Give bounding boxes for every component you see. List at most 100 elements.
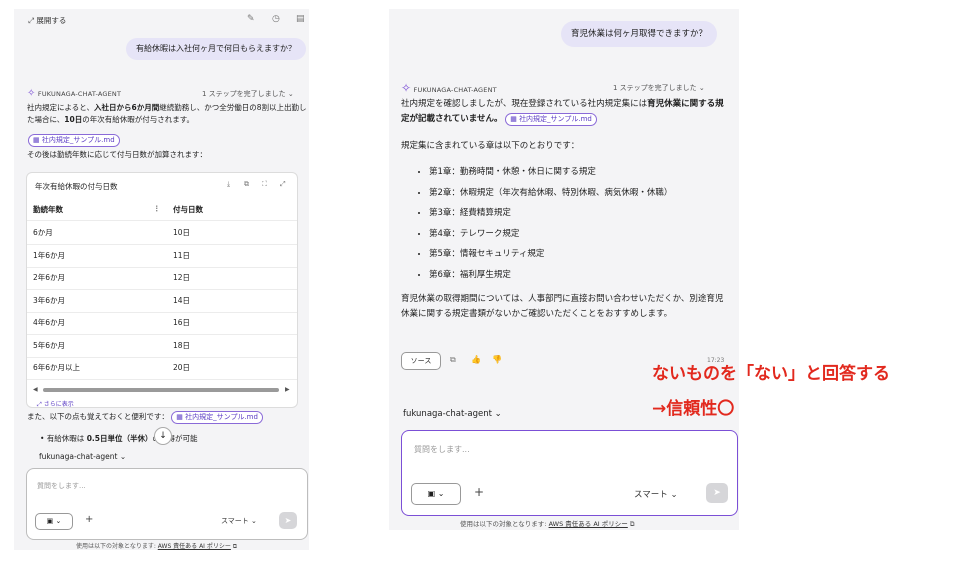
table-cell-days: 10日 — [173, 228, 191, 237]
steps-toggle[interactable]: 1 ステップを完了しました ⌄ — [202, 89, 294, 99]
show-more-link[interactable]: ⤢ さらに表示 — [37, 399, 74, 409]
image-icon: ▣ — [427, 489, 436, 498]
table-title: 年次有給休暇の付与日数 — [35, 182, 118, 191]
table-cell-tenure: 6年6か月以上 — [33, 363, 81, 372]
source-chip[interactable]: ▦ 社内規定_サンプル.md — [28, 127, 120, 147]
source-chip[interactable]: ▦ 社内規定_サンプル.md — [171, 411, 263, 424]
column-menu-icon[interactable]: ⋮ — [153, 204, 161, 213]
edit-icon[interactable]: ✎ — [247, 14, 255, 24]
scrollbar-thumb[interactable] — [43, 388, 279, 392]
add-icon[interactable]: + — [474, 485, 484, 499]
table-cell-days: 20日 — [173, 363, 191, 372]
input-placeholder: 質問をします... — [37, 482, 86, 490]
bullet-text: 有給休暇は — [46, 434, 87, 443]
agent-header: ✧ FUKUNAGA-CHAT-AGENT — [401, 81, 497, 95]
agent-answer: 社内規定によると、入社日から6か月間継続勤務し、かつ全労働日の8割以上出勤した場… — [27, 102, 307, 126]
mode-select[interactable]: スマート ⌄ — [634, 488, 678, 500]
document-icon[interactable]: ▤ — [296, 14, 305, 24]
also-text-row: また、以下の点も覚えておくと便利です： ▦ 社内規定_サンプル.md — [27, 411, 263, 424]
annotation-line2: →信頼性〇 — [652, 399, 735, 419]
source-button[interactable]: ソース — [401, 352, 441, 370]
user-message: 育児休業は何ヶ月取得できますか？ — [561, 21, 718, 47]
expand-icon: ⤢ — [28, 16, 34, 25]
mode-select[interactable]: スマート ⌄ — [221, 516, 257, 526]
user-message: 有給休暇は入社何ヶ月で何日もらえますか？ — [126, 38, 306, 60]
bullet-bold: 0.5日単位（半休） — [86, 434, 153, 443]
attach-dropdown[interactable]: ▣ ⌄ — [35, 513, 73, 530]
mode-label: スマート — [634, 490, 668, 500]
table-cell-tenure: 5年6か月 — [33, 340, 66, 350]
table-row: 2年6か月 12日 — [27, 267, 297, 290]
steps-label: 1 ステップを完了しました — [613, 84, 697, 92]
source-chip-label: 社内規定_サンプル.md — [185, 413, 258, 421]
mode-label: スマート — [221, 517, 249, 525]
send-icon: ➤ — [713, 488, 721, 498]
policy-link[interactable]: AWS 責任ある AI ポリシー — [158, 543, 231, 550]
arrow-down-icon: ↓ — [159, 431, 167, 441]
history-icon[interactable]: ◷ — [272, 14, 280, 24]
table-cell-days: 16日 — [173, 318, 191, 327]
chapter-item: 第2章：休暇規定（年次有給休暇、特別休暇、病気休暇・休職） — [429, 183, 733, 204]
answer-text: 社内規定を確認しましたが、現在登録されている社内規定集には — [401, 99, 648, 109]
source-chip-label: 社内規定_サンプル.md — [41, 136, 115, 144]
table-cell-tenure: 6か月 — [33, 228, 53, 237]
policy-footer: 使用は以下の対象となります: AWS 責任ある AI ポリシー ⧉ — [76, 541, 237, 550]
send-button[interactable]: ➤ — [706, 483, 728, 503]
agent-sparkle-icon: ✧ — [401, 81, 412, 95]
column-header[interactable]: 勤続年数 — [33, 204, 63, 215]
horizontal-scrollbar[interactable]: ◀ ▶ — [33, 386, 291, 394]
table-cell-days: 12日 — [173, 273, 191, 282]
file-icon: ▦ — [33, 136, 40, 144]
table-row: 1年6か月 11日 — [27, 245, 297, 268]
answer-text: 社内規定によると、 — [27, 103, 94, 112]
thumbs-up-icon[interactable]: 👍 — [471, 355, 481, 364]
agent-select-label: fukunaga-chat-agent — [39, 452, 118, 461]
copy-icon[interactable]: ⧉ — [244, 180, 249, 189]
table-row: 4年6か月 16日 — [27, 312, 297, 335]
agent-answer: 社内規定を確認しましたが、現在登録されている社内規定集には育児休業に関する規定が… — [401, 97, 731, 127]
table-cell-days: 11日 — [173, 250, 191, 260]
table-row: 3年6か月 14日 — [27, 290, 297, 313]
agent-select-label: fukunaga-chat-agent — [403, 409, 492, 419]
scroll-right-icon[interactable]: ▶ — [285, 386, 290, 393]
chat-input[interactable]: 質問をします... ▣ ⌄ + スマート ⌄ ➤ — [401, 430, 738, 516]
source-chip[interactable]: ▦ 社内規定_サンプル.md — [505, 113, 597, 126]
chapter-item: 第1章：勤務時間・休憩・休日に関する規定 — [429, 162, 733, 183]
thumbs-down-icon[interactable]: 👎 — [492, 355, 502, 364]
table-row: 6年6か月以上 20日 — [27, 357, 297, 380]
chat-input[interactable]: 質問をします... ▣ ⌄ + スマート ⌄ ➤ — [26, 468, 308, 540]
closing-text: 育児休業の取得期間については、人事部門に直接お問い合わせいただくか、別途育児休業… — [401, 294, 724, 319]
attach-dropdown[interactable]: ▣ ⌄ — [411, 483, 461, 505]
table-cell-tenure: 2年6か月 — [33, 273, 66, 282]
column-header[interactable]: 付与日数 — [173, 204, 203, 215]
add-icon[interactable]: + — [85, 514, 93, 525]
table-row: 6か月 10日 — [27, 222, 297, 245]
policy-footer: 使用は以下の対象となります: AWS 責任ある AI ポリシー ⧉ — [460, 518, 635, 529]
download-icon[interactable]: ⤓ — [227, 180, 230, 189]
table-cell-days: 14日 — [173, 295, 191, 305]
chapters-intro: 規定集に含まれている章は以下のとおりです： — [401, 141, 580, 151]
fullscreen-icon[interactable]: ⤢ — [280, 180, 286, 189]
chapter-item: 第5章：情報セキュリティ規定 — [429, 244, 733, 265]
chapter-item: 第6章：福利厚生規定 — [429, 265, 733, 286]
input-placeholder: 質問をします... — [414, 445, 470, 454]
table-header-row: 勤続年数 ⋮ 付与日数 — [27, 199, 297, 221]
expand-label: 展開する — [36, 16, 67, 25]
footer-text: 使用は以下の対象となります: — [460, 520, 549, 528]
external-link-icon: ⧉ — [232, 543, 238, 550]
table-cell-tenure: 3年6か月 — [33, 295, 66, 305]
steps-toggle[interactable]: 1 ステップを完了しました ⌄ — [613, 83, 705, 93]
agent-select[interactable]: fukunaga-chat-agent ⌄ — [403, 409, 502, 419]
followup-text: その後は勤続年数に応じて付与日数が加算されます： — [27, 150, 207, 159]
send-button[interactable]: ➤ — [279, 512, 297, 529]
agent-select[interactable]: fukunaga-chat-agent ⌄ — [39, 452, 126, 461]
expand-button[interactable]: ⤢ 展開する — [28, 15, 66, 26]
answer-text: の年次有給休暇が付与されます。 — [82, 115, 194, 124]
data-table-card: 年次有給休暇の付与日数 ⤓ ⧉ ⛶ ⤢ 勤続年数 ⋮ 付与日数 6か月 10日 1年… — [26, 172, 298, 408]
scroll-down-button[interactable]: ↓ — [154, 427, 172, 445]
policy-link[interactable]: AWS 責任ある AI ポリシー — [549, 520, 628, 528]
file-icon: ▦ — [510, 115, 517, 123]
copy-icon[interactable]: ⧉ — [450, 355, 456, 365]
filter-icon[interactable]: ⛶ — [262, 180, 267, 189]
scroll-left-icon[interactable]: ◀ — [33, 386, 38, 393]
